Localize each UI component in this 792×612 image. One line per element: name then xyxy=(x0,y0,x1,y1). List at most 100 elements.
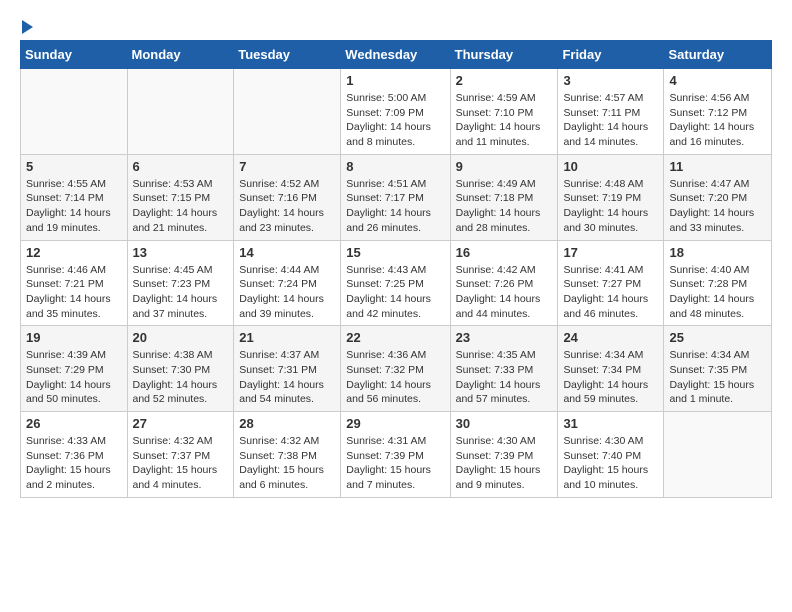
day-number: 5 xyxy=(26,159,122,174)
calendar-day-29: 29 Sunrise: 4:31 AM Sunset: 7:39 PM Dayli… xyxy=(341,412,450,498)
calendar-day-5: 5Sunrise: 4:55 AM Sunset: 7:14 PM Daylig… xyxy=(21,154,128,240)
day-info: Sunrise: 4:35 AM Sunset: 7:33 PM Dayligh… xyxy=(456,348,553,407)
day-number: 4 xyxy=(669,73,766,88)
day-info: Sunrise: 4:43 AM Sunset: 7:25 PM Dayligh… xyxy=(346,263,444,322)
day-info: Sunrise: 4:40 AM Sunset: 7:28 PM Dayligh… xyxy=(669,263,766,322)
day-info: Sunrise: 4:34 AM Sunset: 7:35 PM Dayligh… xyxy=(669,348,766,407)
calendar-day-6: 6 Sunrise: 4:53 AM Sunset: 7:15 PM Daylig… xyxy=(127,154,234,240)
calendar-day-20: 20 Sunrise: 4:38 AM Sunset: 7:30 PM Dayli… xyxy=(127,326,234,412)
calendar-day-12: 12Sunrise: 4:46 AM Sunset: 7:21 PM Dayli… xyxy=(21,240,128,326)
day-number: 31 xyxy=(563,416,658,431)
day-info: Sunrise: 4:34 AM Sunset: 7:34 PM Dayligh… xyxy=(563,348,658,407)
calendar-day-empty xyxy=(234,69,341,155)
calendar-day-1: 1 Sunrise: 5:00 AM Sunset: 7:09 PM Daylig… xyxy=(341,69,450,155)
weekday-header-sunday: Sunday xyxy=(21,41,128,69)
calendar-day-13: 13 Sunrise: 4:45 AM Sunset: 7:23 PM Dayli… xyxy=(127,240,234,326)
day-number: 21 xyxy=(239,330,335,345)
calendar-day-26: 26Sunrise: 4:33 AM Sunset: 7:36 PM Dayli… xyxy=(21,412,128,498)
day-number: 30 xyxy=(456,416,553,431)
calendar-day-28: 28Sunrise: 4:32 AM Sunset: 7:38 PM Dayli… xyxy=(234,412,341,498)
day-number: 16 xyxy=(456,245,553,260)
weekday-header-saturday: Saturday xyxy=(664,41,772,69)
calendar-day-21: 21 Sunrise: 4:37 AM Sunset: 7:31 PM Dayli… xyxy=(234,326,341,412)
day-info: Sunrise: 5:00 AM Sunset: 7:09 PM Dayligh… xyxy=(346,91,444,150)
day-info: Sunrise: 4:36 AM Sunset: 7:32 PM Dayligh… xyxy=(346,348,444,407)
page-header xyxy=(20,20,772,30)
day-info: Sunrise: 4:30 AM Sunset: 7:39 PM Dayligh… xyxy=(456,434,553,493)
day-info: Sunrise: 4:30 AM Sunset: 7:40 PM Dayligh… xyxy=(563,434,658,493)
weekday-header-tuesday: Tuesday xyxy=(234,41,341,69)
day-info: Sunrise: 4:38 AM Sunset: 7:30 PM Dayligh… xyxy=(133,348,229,407)
day-info: Sunrise: 4:46 AM Sunset: 7:21 PM Dayligh… xyxy=(26,263,122,322)
calendar-day-empty xyxy=(21,69,128,155)
day-number: 1 xyxy=(346,73,444,88)
calendar-day-17: 17 Sunrise: 4:41 AM Sunset: 7:27 PM Dayli… xyxy=(558,240,664,326)
day-info: Sunrise: 4:52 AM Sunset: 7:16 PM Dayligh… xyxy=(239,177,335,236)
calendar-day-25: 25 Sunrise: 4:34 AM Sunset: 7:35 PM Dayli… xyxy=(664,326,772,412)
calendar-day-22: 22 Sunrise: 4:36 AM Sunset: 7:32 PM Dayli… xyxy=(341,326,450,412)
calendar-week-row: 5Sunrise: 4:55 AM Sunset: 7:14 PM Daylig… xyxy=(21,154,772,240)
day-info: Sunrise: 4:41 AM Sunset: 7:27 PM Dayligh… xyxy=(563,263,658,322)
day-number: 7 xyxy=(239,159,335,174)
day-info: Sunrise: 4:59 AM Sunset: 7:10 PM Dayligh… xyxy=(456,91,553,150)
day-number: 9 xyxy=(456,159,553,174)
day-number: 6 xyxy=(133,159,229,174)
day-info: Sunrise: 4:31 AM Sunset: 7:39 PM Dayligh… xyxy=(346,434,444,493)
calendar-table: SundayMondayTuesdayWednesdayThursdayFrid… xyxy=(20,40,772,498)
calendar-day-19: 19 Sunrise: 4:39 AM Sunset: 7:29 PM Dayli… xyxy=(21,326,128,412)
weekday-header-wednesday: Wednesday xyxy=(341,41,450,69)
calendar-day-11: 11 Sunrise: 4:47 AM Sunset: 7:20 PM Dayli… xyxy=(664,154,772,240)
day-info: Sunrise: 4:37 AM Sunset: 7:31 PM Dayligh… xyxy=(239,348,335,407)
day-number: 3 xyxy=(563,73,658,88)
calendar-day-9: 9 Sunrise: 4:49 AM Sunset: 7:18 PM Daylig… xyxy=(450,154,558,240)
calendar-day-8: 8 Sunrise: 4:51 AM Sunset: 7:17 PM Daylig… xyxy=(341,154,450,240)
day-number: 15 xyxy=(346,245,444,260)
weekday-header-friday: Friday xyxy=(558,41,664,69)
day-info: Sunrise: 4:49 AM Sunset: 7:18 PM Dayligh… xyxy=(456,177,553,236)
calendar-day-2: 2Sunrise: 4:59 AM Sunset: 7:10 PM Daylig… xyxy=(450,69,558,155)
day-info: Sunrise: 4:45 AM Sunset: 7:23 PM Dayligh… xyxy=(133,263,229,322)
calendar-day-23: 23 Sunrise: 4:35 AM Sunset: 7:33 PM Dayli… xyxy=(450,326,558,412)
day-info: Sunrise: 4:39 AM Sunset: 7:29 PM Dayligh… xyxy=(26,348,122,407)
day-number: 27 xyxy=(133,416,229,431)
calendar-week-row: 26Sunrise: 4:33 AM Sunset: 7:36 PM Dayli… xyxy=(21,412,772,498)
calendar-day-7: 7 Sunrise: 4:52 AM Sunset: 7:16 PM Daylig… xyxy=(234,154,341,240)
calendar-day-30: 30 Sunrise: 4:30 AM Sunset: 7:39 PM Dayli… xyxy=(450,412,558,498)
day-info: Sunrise: 4:57 AM Sunset: 7:11 PM Dayligh… xyxy=(563,91,658,150)
day-number: 8 xyxy=(346,159,444,174)
day-number: 22 xyxy=(346,330,444,345)
calendar-day-18: 18 Sunrise: 4:40 AM Sunset: 7:28 PM Dayli… xyxy=(664,240,772,326)
calendar-day-14: 14 Sunrise: 4:44 AM Sunset: 7:24 PM Dayli… xyxy=(234,240,341,326)
calendar-week-row: 19 Sunrise: 4:39 AM Sunset: 7:29 PM Dayli… xyxy=(21,326,772,412)
calendar-day-10: 10 Sunrise: 4:48 AM Sunset: 7:19 PM Dayli… xyxy=(558,154,664,240)
day-number: 10 xyxy=(563,159,658,174)
day-number: 11 xyxy=(669,159,766,174)
logo-arrow-icon xyxy=(22,20,33,34)
calendar-day-15: 15 Sunrise: 4:43 AM Sunset: 7:25 PM Dayli… xyxy=(341,240,450,326)
day-number: 17 xyxy=(563,245,658,260)
day-number: 14 xyxy=(239,245,335,260)
day-number: 29 xyxy=(346,416,444,431)
logo xyxy=(20,20,35,30)
weekday-header-thursday: Thursday xyxy=(450,41,558,69)
day-number: 23 xyxy=(456,330,553,345)
day-info: Sunrise: 4:51 AM Sunset: 7:17 PM Dayligh… xyxy=(346,177,444,236)
day-number: 20 xyxy=(133,330,229,345)
day-number: 18 xyxy=(669,245,766,260)
day-info: Sunrise: 4:44 AM Sunset: 7:24 PM Dayligh… xyxy=(239,263,335,322)
day-number: 13 xyxy=(133,245,229,260)
calendar-day-27: 27 Sunrise: 4:32 AM Sunset: 7:37 PM Dayli… xyxy=(127,412,234,498)
weekday-header-monday: Monday xyxy=(127,41,234,69)
day-info: Sunrise: 4:32 AM Sunset: 7:37 PM Dayligh… xyxy=(133,434,229,493)
day-number: 26 xyxy=(26,416,122,431)
calendar-day-24: 24Sunrise: 4:34 AM Sunset: 7:34 PM Dayli… xyxy=(558,326,664,412)
calendar-week-row: 12Sunrise: 4:46 AM Sunset: 7:21 PM Dayli… xyxy=(21,240,772,326)
day-info: Sunrise: 4:48 AM Sunset: 7:19 PM Dayligh… xyxy=(563,177,658,236)
day-number: 25 xyxy=(669,330,766,345)
day-number: 19 xyxy=(26,330,122,345)
calendar-day-31: 31 Sunrise: 4:30 AM Sunset: 7:40 PM Dayli… xyxy=(558,412,664,498)
day-info: Sunrise: 4:53 AM Sunset: 7:15 PM Dayligh… xyxy=(133,177,229,236)
day-number: 28 xyxy=(239,416,335,431)
calendar-day-3: 3 Sunrise: 4:57 AM Sunset: 7:11 PM Daylig… xyxy=(558,69,664,155)
day-info: Sunrise: 4:47 AM Sunset: 7:20 PM Dayligh… xyxy=(669,177,766,236)
